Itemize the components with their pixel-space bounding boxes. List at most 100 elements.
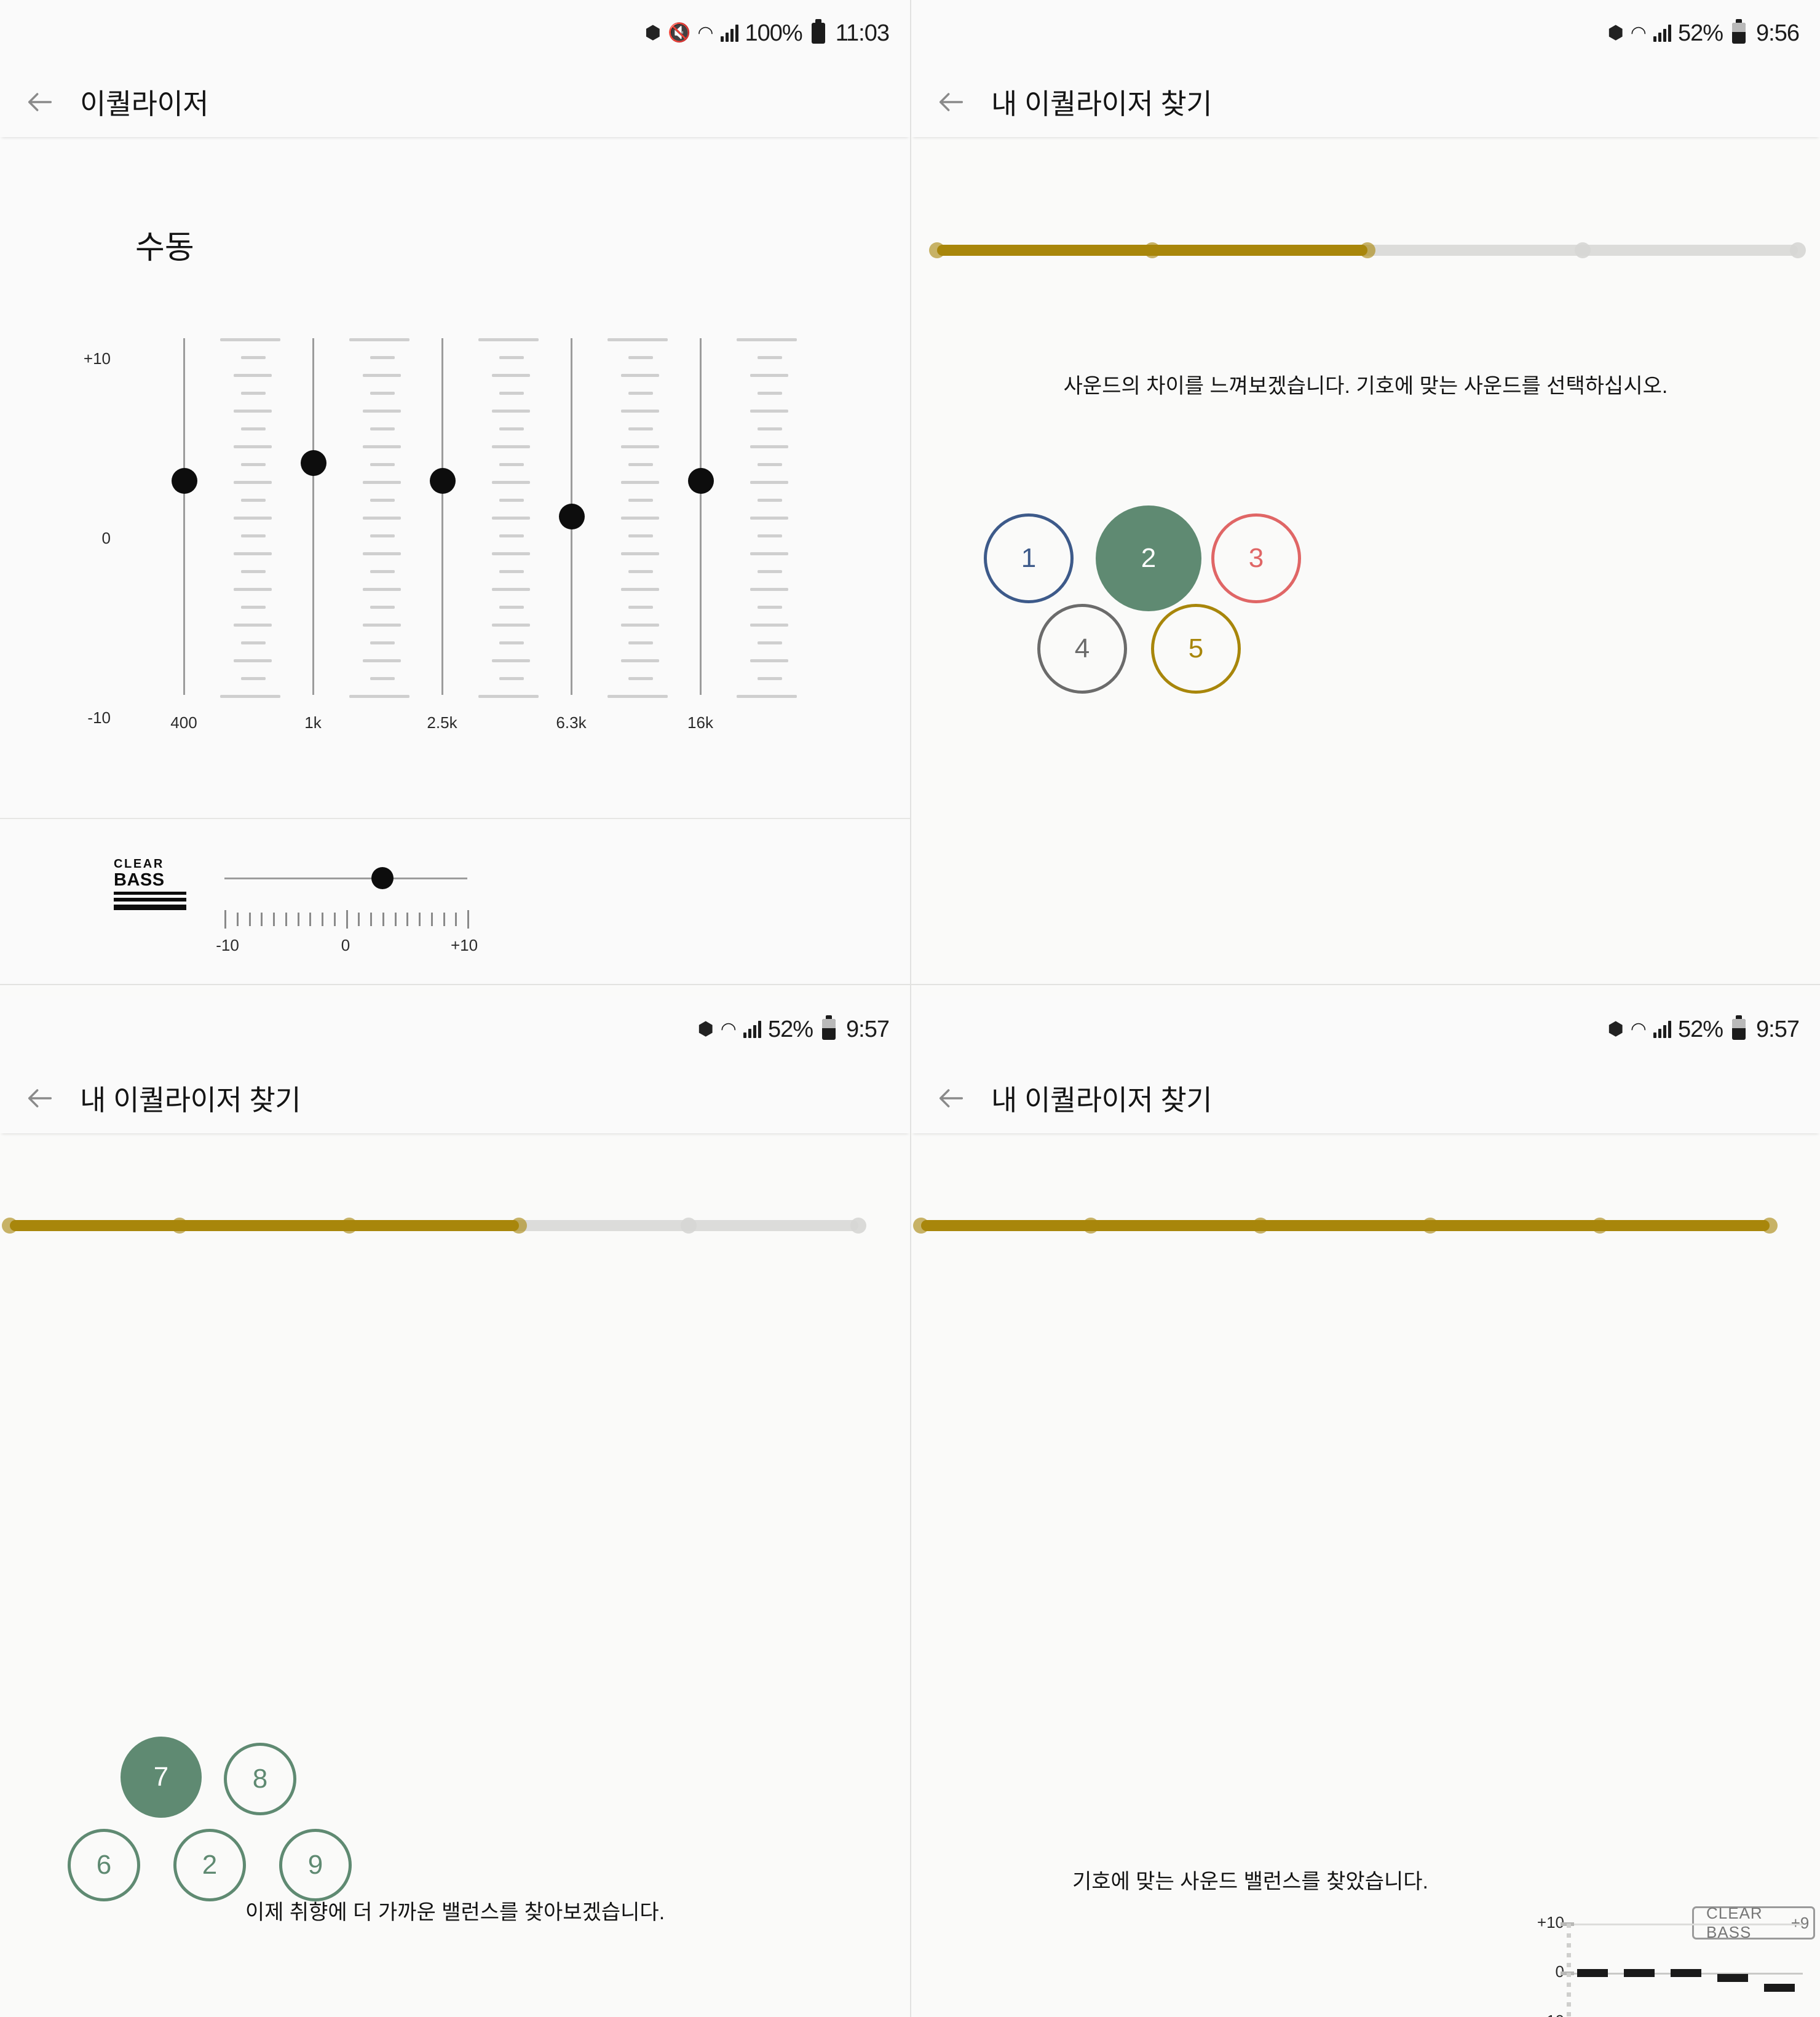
eq-tick [621,374,659,377]
panel-find-eq-step2: ⬢ ◠ 52% 9:57 내 이퀄라이저 찾기 이제 취향에 더 가까운 밸런스… [0,984,910,2017]
eq-band-slider[interactable] [148,332,280,701]
chart-bar [1764,1984,1795,1992]
choice-circle[interactable]: 2 [173,1829,246,1901]
eq-tick [607,695,668,698]
clear-bass-thumb[interactable] [371,867,394,889]
choice-circle[interactable]: 9 [279,1829,352,1901]
back-button[interactable] [911,1082,991,1114]
eq-band-slider[interactable] [277,332,410,701]
eq-tick [758,606,782,609]
eq-tick [241,392,266,395]
choice-circle[interactable]: 5 [1151,604,1241,694]
choice-circle[interactable]: 7 [121,1737,202,1818]
choice-circle-label: 9 [307,1850,323,1880]
choice-circle[interactable]: 1 [984,513,1074,603]
eq-tick [363,517,401,520]
eq-tick [621,445,659,448]
status-bar-1: ⬢ 🔇 ◠ 100% 11:03 [0,0,910,66]
chart-bar [1624,1969,1655,1977]
clear-bass-tick [297,913,299,926]
chart-y-axis [1567,1924,1571,2017]
eq-tick [499,606,524,609]
chart-y-label: -10 [1521,2011,1564,2017]
eq-tick [628,356,653,359]
eq-tick [363,624,401,627]
eq-tick [750,552,788,555]
eq-band-thumb[interactable] [301,450,326,476]
eq-tick [370,570,395,573]
eq-band-track [441,338,443,695]
eq-band-slider[interactable] [406,332,539,701]
clock: 9:57 [1756,1016,1800,1042]
choice-circle[interactable]: 3 [1211,513,1301,603]
logo-bar-1 [114,892,186,895]
battery-icon [1732,1015,1746,1040]
clear-bass-tick [346,910,348,929]
clear-bass-tick [261,913,263,926]
progress-fill [921,1220,1770,1231]
eq-tick [241,534,266,537]
eq-band-thumb[interactable] [430,468,456,494]
eq-tick [349,695,410,698]
eq-tick [628,534,653,537]
eq-tick [478,338,539,341]
choice-circle-group: 1 2 3 4 5 [911,0,1820,984]
choice-circle-label: 2 [1141,543,1157,573]
clear-bass-slider[interactable] [224,867,467,889]
eq-band-slider[interactable] [535,332,668,701]
eq-tick [628,641,653,644]
back-button[interactable] [0,86,80,118]
cb-max-label: +10 [450,936,478,954]
progress-step-dot [1422,1218,1438,1234]
eq-tick [349,338,410,341]
eq-tick [621,481,659,484]
eq-tick [492,374,530,377]
page-title: 이퀄라이저 [80,87,209,120]
eq-tick [241,641,266,644]
eq-tick [628,427,653,430]
eq-tick [750,659,788,662]
eq-tick [363,552,401,555]
battery-percent: 100% [745,20,803,46]
eq-band-thumb[interactable] [688,468,714,494]
eq-tick [363,410,401,413]
eq-tick [750,374,788,377]
eq-tick [492,659,530,662]
eq-tick [621,410,659,413]
clear-bass-tick [455,913,457,926]
eq-tick [628,570,653,573]
app-bar-4: 내 이퀄라이저 찾기 [911,1063,1820,1133]
eq-result-chart: +100-104001k2.5k6.3k16k [1526,1913,1809,2017]
choice-circle-label: 5 [1188,633,1204,664]
eq-band-thumb[interactable] [559,504,585,529]
choice-circle[interactable]: 4 [1037,604,1127,694]
eq-band-thumb[interactable] [172,468,197,494]
choice-circle[interactable]: 8 [224,1743,296,1815]
battery-percent: 52% [1677,1016,1723,1042]
eq-tick [241,463,266,466]
clock: 11:03 [835,20,890,46]
eq-tick [492,552,530,555]
eq-tick [241,677,266,680]
clear-bass-logo-top: CLEAR [114,857,164,871]
choice-circle-label: 3 [1248,543,1264,573]
clear-bass-tick [467,910,469,929]
choice-circle[interactable]: 6 [68,1829,140,1901]
choice-circle-label: 7 [153,1762,169,1792]
eq-tick [628,499,653,502]
eq-tick [370,677,395,680]
panel-find-eq-step1: ⬢ ◠ 52% 9:56 내 이퀄라이저 찾기 사운드의 차이를 느껴보겠습니다… [910,0,1820,984]
eq-band-slider[interactable] [664,332,797,701]
eq-tick [499,427,524,430]
eq-freq-label: 1k [304,713,322,732]
eq-tick [621,659,659,662]
cb-zero-label: 0 [341,936,350,954]
choice-circle[interactable]: 2 [1096,505,1201,611]
eq-tick [492,445,530,448]
eq-tick [621,624,659,627]
chart-gridline [1569,1924,1803,1925]
battery-icon [811,19,825,44]
progress-step-dot [1252,1218,1268,1234]
choice-circle-label: 1 [1021,543,1037,573]
eq-tick [628,677,653,680]
